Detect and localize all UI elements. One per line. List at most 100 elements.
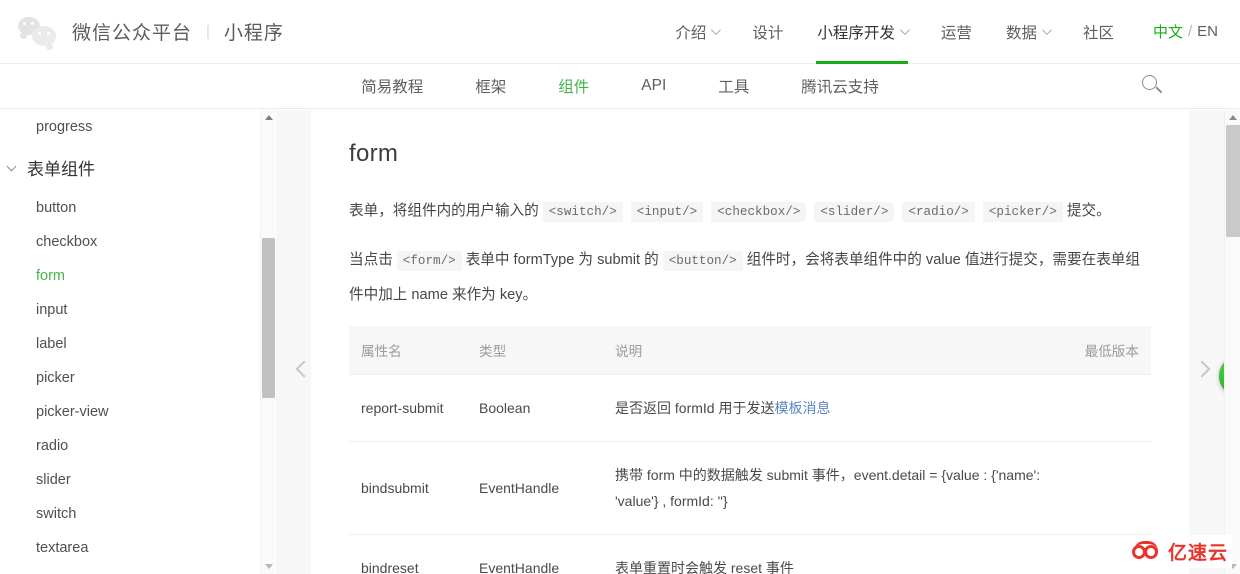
top-header: 微信公众平台 | 小程序 介绍 设计 小程序开发 运营 数据 社区 中文 / E…: [0, 0, 1240, 64]
desc-text: 是否返回 formId 用于发送: [615, 400, 775, 416]
sidebar-item-button[interactable]: button: [0, 191, 262, 225]
watermark-text: 亿速云: [1167, 543, 1228, 564]
triangle-up-icon: [264, 115, 273, 120]
cell-attr-desc: 表单重置时会触发 reset 事件: [603, 534, 1061, 574]
nav-item-data[interactable]: 数据: [989, 0, 1066, 64]
cell-attr-desc: 携带 form 中的数据触发 submit 事件，event.detail = …: [603, 441, 1061, 535]
page-root: 微信公众平台 | 小程序 介绍 设计 小程序开发 运营 数据 社区 中文 / E…: [0, 0, 1240, 574]
triangle-up-icon: [1229, 115, 1237, 120]
search-icon[interactable]: [1138, 71, 1168, 101]
nav-item-label: 介绍: [675, 24, 707, 42]
brand-subtitle: 小程序: [223, 23, 284, 44]
code-tag-form: <form/>: [396, 251, 462, 271]
template-message-link[interactable]: 模板消息: [774, 400, 830, 416]
table-body: report-submit Boolean 是否返回 formId 用于发送模板…: [349, 374, 1151, 574]
sidebar-group-navigation[interactable]: 导航: [0, 565, 262, 574]
cell-attr-type: EventHandle: [467, 441, 603, 535]
table-row: report-submit Boolean 是否返回 formId 用于发送模板…: [349, 374, 1151, 442]
language-switcher: 中文 / EN: [1153, 21, 1218, 42]
code-tag-input: <input/>: [630, 202, 704, 222]
lang-separator: /: [1187, 23, 1193, 40]
brand-separator: |: [206, 23, 210, 40]
doc-card: form 表单，将组件内的用户输入的 <switch/> <input/> <chec…: [311, 110, 1189, 574]
sidebar-item-checkbox[interactable]: checkbox: [0, 225, 262, 259]
chevron-left-icon: [295, 360, 313, 378]
doc-paragraph-1: 表单，将组件内的用户输入的 <switch/> <input/> <checkbox/…: [349, 194, 1151, 229]
nav-item-operations[interactable]: 运营: [924, 0, 989, 64]
nav-item-design[interactable]: 设计: [735, 0, 800, 64]
watermark: 亿速云: [1127, 535, 1232, 568]
brand[interactable]: 微信公众平台 | 小程序: [0, 15, 284, 49]
sidebar-item-input[interactable]: input: [0, 293, 262, 327]
sidebar-item-picker[interactable]: picker: [0, 361, 262, 395]
cell-attr-type: Boolean: [467, 374, 603, 442]
sidebar-scrollbar-thumb[interactable]: [262, 238, 275, 398]
cell-attr-name: bindreset: [349, 534, 467, 574]
page-scroll-up-button[interactable]: [1225, 110, 1240, 125]
sidebar-item-textarea[interactable]: textarea: [0, 531, 262, 565]
table-row: bindreset EventHandle 表单重置时会触发 reset 事件: [349, 534, 1151, 574]
primary-nav: 介绍 设计 小程序开发 运营 数据 社区 中文 / EN: [658, 0, 1240, 64]
sidebar-group-form-components[interactable]: 表单组件: [0, 144, 262, 191]
code-tag-button: <button/>: [662, 251, 743, 271]
scroll-down-button[interactable]: [261, 559, 276, 574]
column-header-version: 最低版本: [1061, 326, 1151, 375]
table-row: bindsubmit EventHandle 携带 form 中的数据触发 su…: [349, 441, 1151, 535]
sidebar-item-switch[interactable]: switch: [0, 497, 262, 531]
brand-title: 微信公众平台: [72, 23, 193, 44]
nav-item-community[interactable]: 社区: [1066, 0, 1131, 64]
subnav-item-tutorial[interactable]: 简易教程: [335, 75, 449, 97]
cell-attr-desc: 是否返回 formId 用于发送模板消息: [603, 374, 1061, 442]
chevron-down-icon: [1041, 25, 1052, 36]
chevron-right-icon: [1193, 360, 1211, 378]
yisuyun-cloud-icon: [1131, 540, 1162, 563]
code-tag-picker: <picker/>: [982, 202, 1063, 222]
sidebar-item-radio[interactable]: radio: [0, 429, 262, 463]
nav-item-label: 运营: [940, 24, 972, 42]
sidebar-list: progress 表单组件 button checkbox form input…: [0, 110, 262, 574]
code-tag-slider: <slider/>: [814, 202, 895, 222]
nav-item-label: 社区: [1082, 24, 1114, 42]
paragraph-1-prefix: 表单，将组件内的用户输入的: [349, 203, 539, 219]
subnav-item-framework[interactable]: 框架: [449, 75, 532, 97]
prev-page-button[interactable]: [290, 355, 320, 385]
page-title: form: [349, 140, 399, 167]
nav-item-label: 数据: [1005, 24, 1037, 42]
cell-attr-name: bindsubmit: [349, 441, 467, 535]
cell-attr-name: report-submit: [349, 374, 467, 442]
cell-attr-version: [1061, 441, 1151, 535]
sidebar-item-form[interactable]: form: [0, 259, 262, 293]
wechat-logo-icon: [18, 15, 60, 49]
sidebar-item-progress[interactable]: progress: [0, 110, 262, 144]
table-head: 属性名 类型 说明 最低版本: [349, 326, 1151, 375]
nav-item-label: 小程序开发: [817, 24, 895, 42]
sidebar-scrollbar[interactable]: [260, 110, 275, 574]
subnav-item-api[interactable]: API: [615, 77, 692, 95]
column-header-desc: 说明: [603, 326, 1061, 375]
scroll-up-button[interactable]: [261, 110, 276, 125]
lang-en[interactable]: EN: [1197, 23, 1218, 40]
nav-item-intro[interactable]: 介绍: [658, 0, 735, 64]
chevron-down-icon: [711, 25, 722, 36]
subnav-item-components[interactable]: 组件: [532, 75, 615, 97]
cell-attr-type: EventHandle: [467, 534, 603, 574]
column-header-type: 类型: [467, 326, 603, 375]
triangle-down-icon: [264, 564, 273, 569]
page-scrollbar-thumb[interactable]: [1226, 125, 1240, 237]
subnav-item-tools[interactable]: 工具: [692, 75, 775, 97]
lang-zh[interactable]: 中文: [1153, 21, 1183, 42]
doc-paragraph-2: 当点击 <form/> 表单中 formType 为 submit 的 <button…: [349, 243, 1151, 312]
paragraph-2-part2: 表单中 formType 为 submit 的: [465, 252, 659, 268]
nav-item-miniprogram-dev[interactable]: 小程序开发: [800, 0, 924, 64]
main-content: form 表单，将组件内的用户输入的 <switch/> <input/> <chec…: [276, 110, 1224, 574]
sidebar-item-slider[interactable]: slider: [0, 463, 262, 497]
subnav-item-tencent-cloud[interactable]: 腾讯云支持: [775, 75, 905, 97]
sidebar-item-picker-view[interactable]: picker-view: [0, 395, 262, 429]
nav-item-label: 设计: [752, 24, 784, 42]
next-page-button[interactable]: [1188, 355, 1218, 385]
page-scrollbar[interactable]: [1224, 110, 1240, 574]
paragraph-1-suffix: 提交。: [1066, 203, 1111, 219]
sidebar-group-label: 表单组件: [27, 160, 95, 179]
sidebar-item-label[interactable]: label: [0, 327, 262, 361]
code-tag-checkbox: <checkbox/>: [711, 202, 807, 222]
